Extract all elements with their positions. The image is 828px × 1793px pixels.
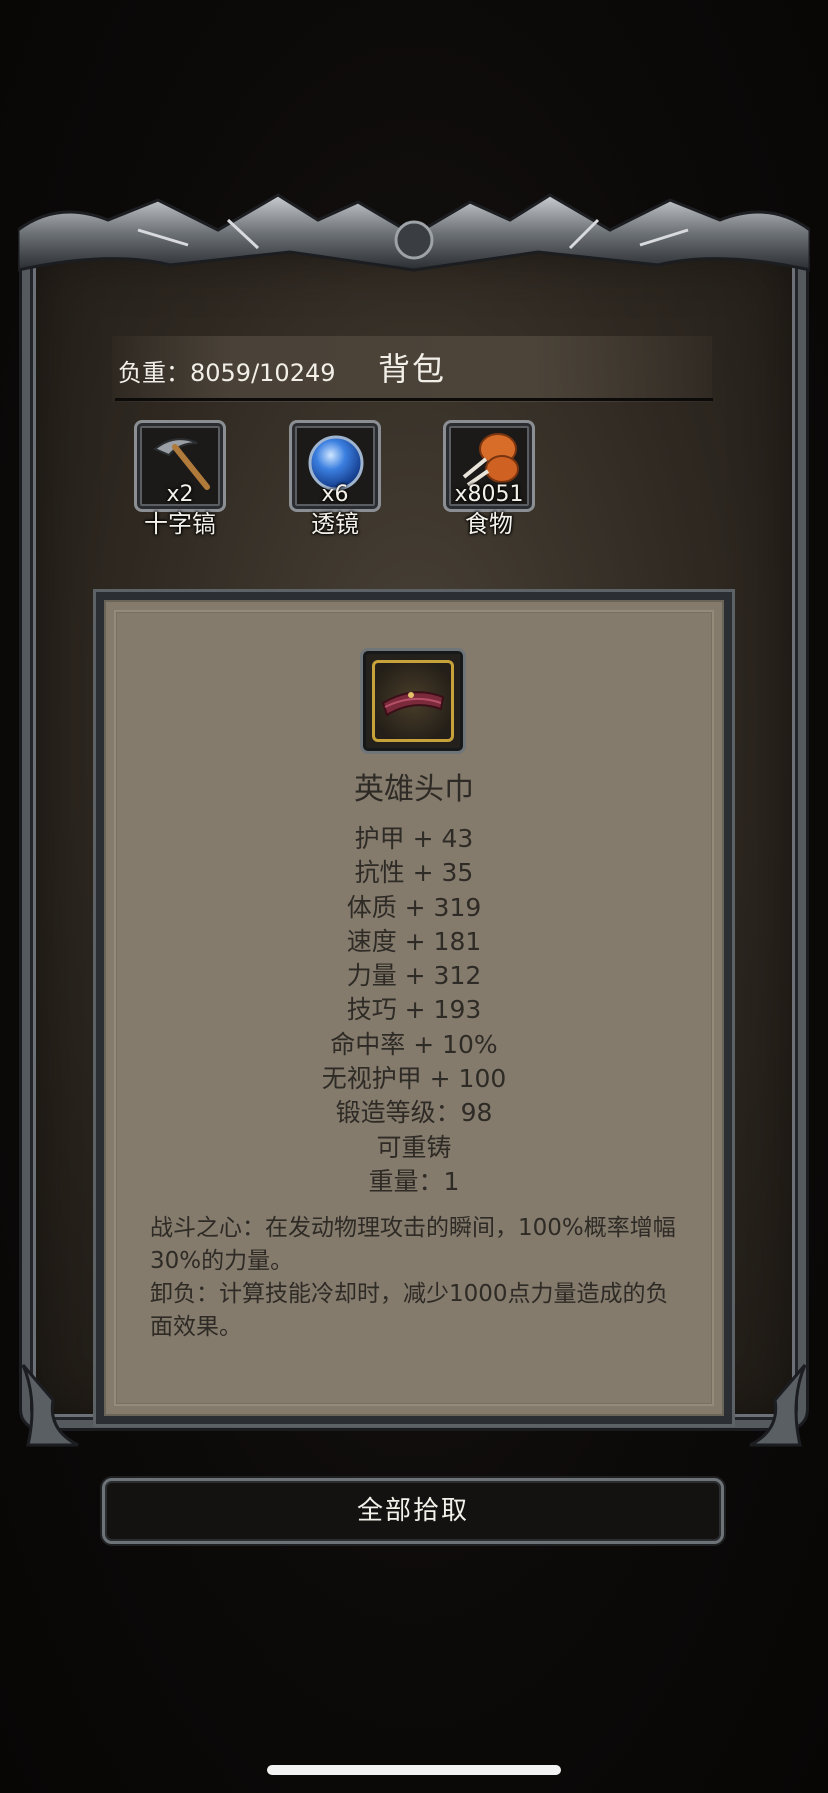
stat-line: 无视护甲 + 100 — [321, 1064, 507, 1094]
home-indicator[interactable] — [267, 1765, 561, 1775]
pickup-all-button[interactable]: 全部拾取 — [102, 1478, 724, 1544]
frame-corner-ornament — [749, 1364, 807, 1447]
inventory-label: 十字镐 — [144, 510, 216, 538]
item-stats-list: 护甲 + 43 抗性 + 35 体质 + 319 速度 + 181 力量 + 3… — [0, 822, 828, 1199]
item-description: 战斗之心：在发动物理攻击的瞬间，100%概率增幅30%的力量。 卸负：计算技能冷… — [150, 1212, 690, 1344]
carry-weight: 负重：8059/10249 — [118, 359, 336, 387]
inventory-slot-lens[interactable]: x6 — [289, 420, 381, 512]
stat-line: 锻造等级：98 — [335, 1098, 493, 1128]
item-slot[interactable] — [360, 648, 466, 754]
stat-line: 抗性 + 35 — [354, 858, 474, 888]
inventory-slot-food[interactable]: x8051 — [443, 420, 535, 512]
stat-line: 体质 + 319 — [346, 892, 482, 922]
item-rarity-border — [372, 660, 454, 742]
page-title: 背包 — [378, 350, 447, 388]
headband-icon — [381, 691, 445, 717]
stat-line: 命中率 + 10% — [330, 1029, 498, 1059]
stat-line: 力量 + 312 — [346, 961, 482, 991]
effect-text: 卸负：计算技能冷却时，减少1000点力量造成的负面效果。 — [150, 1281, 669, 1340]
effect-text: 战斗之心：在发动物理攻击的瞬间，100%概率增幅30%的力量。 — [150, 1215, 676, 1274]
stat-line: 技巧 + 193 — [346, 995, 482, 1025]
item-name: 英雄头巾 — [354, 772, 474, 807]
inventory-label: 透镜 — [311, 510, 359, 538]
stat-line: 重量：1 — [368, 1166, 460, 1196]
header-divider — [115, 398, 713, 401]
game-screen: 负重：8059/10249 背包 x2 十字镐 x6 透镜 x8051 食物 英… — [0, 0, 828, 1793]
frame-corner-ornament — [21, 1364, 79, 1447]
inventory-slot-pickaxe[interactable]: x2 — [134, 420, 226, 512]
stat-line: 可重铸 — [376, 1132, 452, 1162]
inventory-label: 食物 — [465, 510, 513, 538]
stat-line: 速度 + 181 — [346, 926, 482, 956]
stat-line: 护甲 + 43 — [354, 824, 474, 853]
frame-crest-ornament — [18, 193, 810, 272]
